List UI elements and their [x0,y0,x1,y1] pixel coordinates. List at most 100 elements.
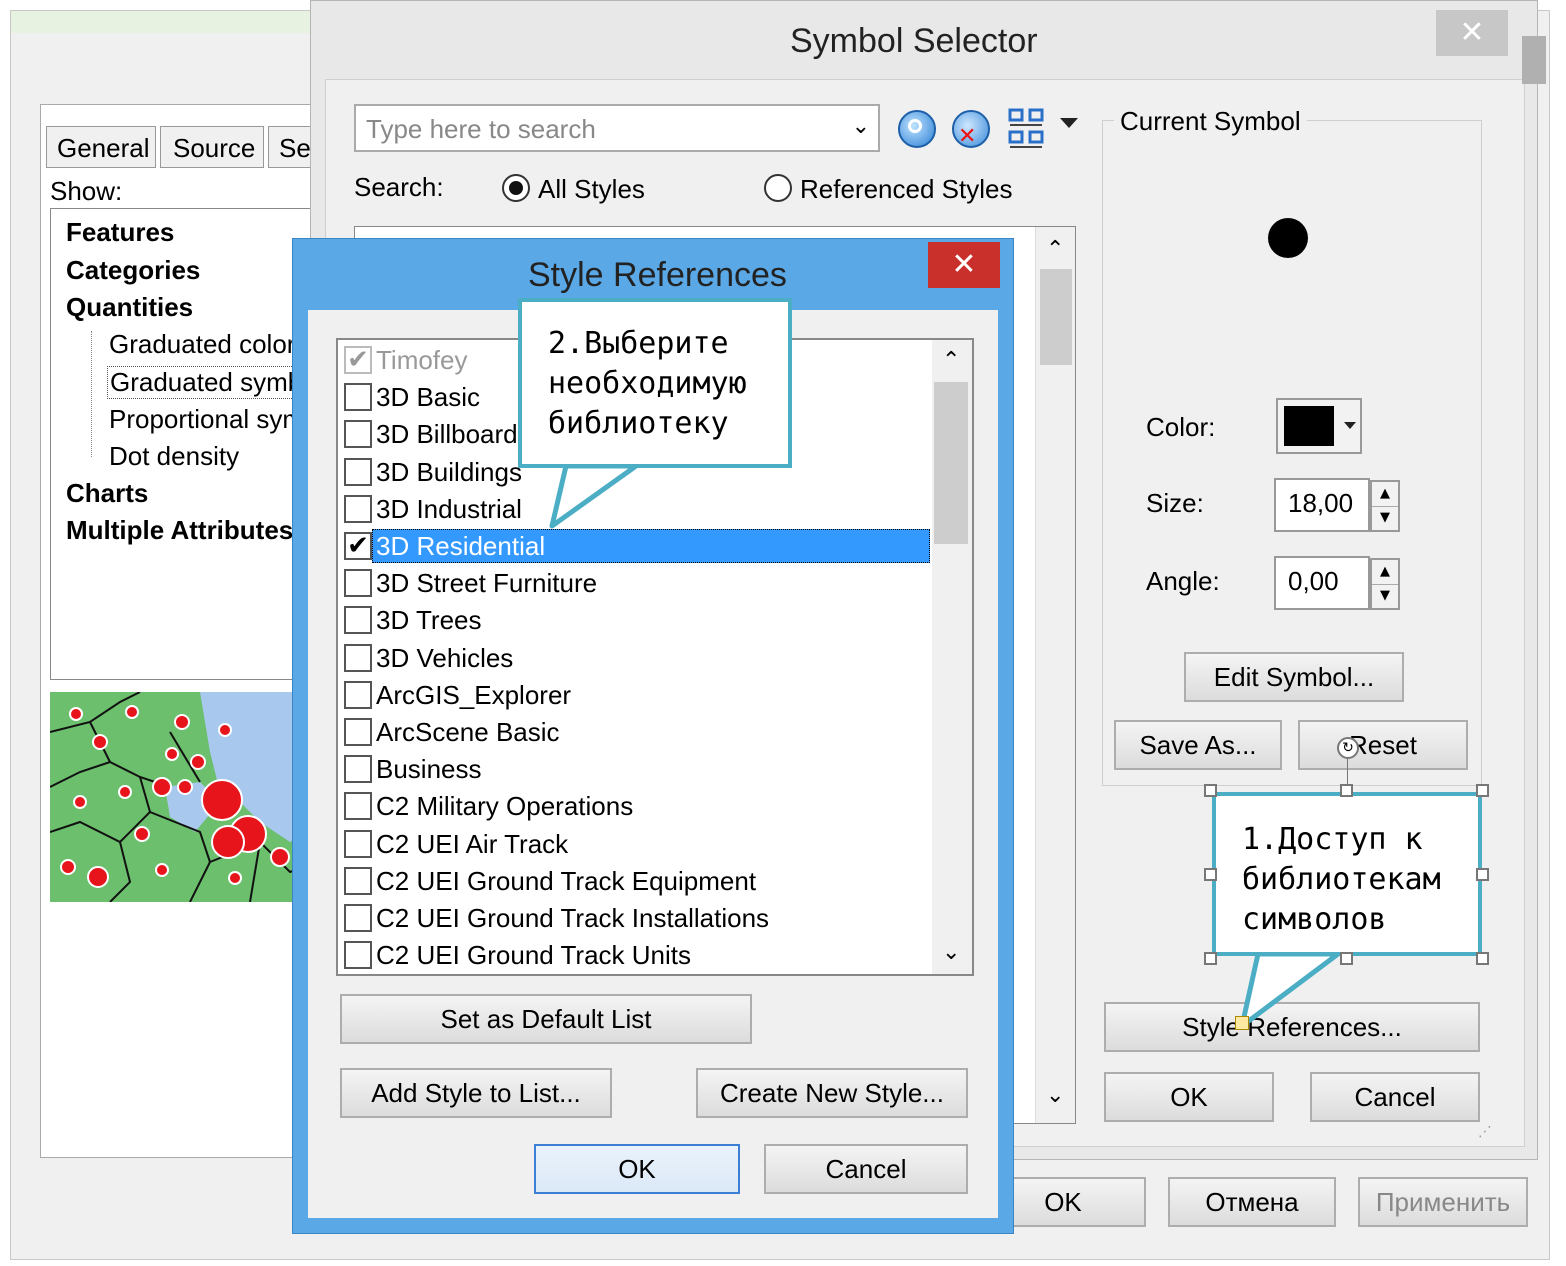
checkbox[interactable] [344,792,372,821]
callout-step1-line1: 1.Доступ к [1242,822,1423,857]
style-list-item[interactable]: C2 Military Operations [338,788,930,825]
checkbox[interactable] [344,457,372,486]
style-list-item-label: 3D Residential [376,531,546,561]
angle-label: Angle: [1146,566,1220,596]
tree-item-graduated-colors[interactable]: Graduated colors [109,329,308,360]
tree-item-graduated-symbols[interactable]: Graduated symbols [107,366,319,399]
save-as-button[interactable]: Save As... [1114,720,1282,770]
style-list-item-label: 3D Trees [376,605,482,636]
style-list-item[interactable]: ArcGIS_Explorer [338,677,930,714]
gallery-scroll-down-icon[interactable]: ⌄ [1046,1083,1064,1108]
symbol-selector-close-button[interactable]: ✕ [1436,10,1508,56]
style-scroll-up-icon[interactable]: ⌃ [942,348,960,373]
radio-referenced-styles[interactable] [764,174,792,202]
style-list-item[interactable]: C2 UEI Air Track [338,826,930,863]
style-list-item[interactable]: C2 UEI Ground Track Units [338,937,930,974]
selection-handle[interactable] [1340,784,1353,797]
size-input[interactable]: 18,00 [1274,478,1370,532]
clear-search-icon[interactable]: ✕ [952,110,990,149]
tree-item-categories[interactable]: Categories [66,255,200,286]
selection-handle[interactable] [1204,952,1217,965]
set-default-list-button[interactable]: Set as Default List [340,994,752,1044]
style-scroll-down-icon[interactable]: ⌄ [942,940,960,965]
selection-handle[interactable] [1476,868,1489,881]
symbol-cancel-button[interactable]: Cancel [1310,1072,1480,1122]
show-tree[interactable]: Features Categories Quantities Graduated… [50,208,320,680]
tree-item-proportional-symbols[interactable]: Proportional symbols [109,404,319,435]
checked-checkbox-icon[interactable]: ✔ [344,346,372,374]
angle-input[interactable]: 0,00 [1274,556,1370,610]
view-options-dropdown-icon[interactable] [1060,118,1078,128]
tree-item-charts[interactable]: Charts [66,478,148,509]
symbol-gallery-scrollbar[interactable]: ⌃ ⌄ [1035,227,1075,1123]
gallery-scroll-thumb[interactable] [1040,269,1072,365]
checkbox[interactable] [344,643,372,672]
checkbox[interactable] [344,718,372,746]
style-list-item[interactable]: 3D Trees [338,602,930,639]
create-new-style-button[interactable]: Create New Style... [696,1068,968,1118]
layer-cancel-button[interactable]: Отмена [1168,1177,1336,1227]
reset-button[interactable]: Reset [1298,720,1468,770]
selection-handle[interactable] [1476,952,1489,965]
current-symbol-label: Current Symbol [1114,106,1307,137]
checkbox[interactable] [344,383,372,412]
checkbox[interactable] [344,866,372,895]
tree-item-quantities[interactable]: Quantities [66,292,193,323]
style-list-scrollbar[interactable]: ⌃ ⌄ [932,340,972,974]
checkbox[interactable] [344,680,372,709]
selection-handle[interactable] [1476,784,1489,797]
style-list-item[interactable]: 3D Vehicles [338,640,930,677]
rotate-handle-icon[interactable]: ↻ [1337,737,1359,759]
view-options-icon[interactable] [1008,108,1048,148]
selection-handle[interactable] [1340,952,1353,965]
layer-apply-button[interactable]: Применить [1358,1177,1528,1227]
search-scope-label: Search: [354,172,444,202]
tree-item-multiple-attributes[interactable]: Multiple Attributes [66,515,293,546]
style-list-item-label: C2 UEI Ground Track Equipment [376,865,757,896]
style-list-item[interactable]: ArcScene Basic [338,714,930,751]
add-style-button[interactable]: Add Style to List... [340,1068,612,1118]
size-down-icon[interactable]: ▼ [1372,506,1398,530]
selection-handle[interactable] [1204,868,1217,881]
pointer-adjust-handle[interactable] [1235,1016,1249,1030]
size-stepper[interactable]: ▲ ▼ [1370,480,1400,532]
tree-item-features[interactable]: Features [66,217,174,248]
tab-source[interactable]: Source [160,126,264,168]
style-list-item-label: C2 Military Operations [376,791,634,822]
style-scroll-thumb[interactable] [934,382,968,544]
checked-checkbox-icon[interactable]: ✔ [344,532,372,560]
style-cancel-button[interactable]: Cancel [764,1144,968,1194]
checkbox[interactable] [344,755,372,784]
callout-step2-line1: 2.Выберите [548,326,729,361]
tab-general[interactable]: General [46,126,156,168]
tree-item-dot-density[interactable]: Dot density [109,441,239,472]
size-up-icon[interactable]: ▲ [1372,482,1398,507]
angle-stepper[interactable]: ▲ ▼ [1370,558,1400,610]
resize-grip-icon[interactable]: ⋰ [1478,1124,1492,1140]
checkbox[interactable] [344,941,372,970]
style-references-close-button[interactable]: ✕ [928,242,1000,288]
checkbox[interactable] [344,569,372,598]
gallery-scroll-up-icon[interactable]: ⌃ [1046,237,1064,262]
style-list-item[interactable]: 3D Street Furniture [338,565,930,602]
checkbox[interactable] [344,606,372,635]
color-picker-button[interactable] [1276,398,1362,454]
checkbox[interactable] [344,829,372,858]
style-ok-button[interactable]: OK [534,1144,740,1194]
search-input[interactable]: Type here to search ⌄ [354,104,880,152]
style-list-item[interactable]: C2 UEI Ground Track Installations [338,900,930,937]
angle-up-icon[interactable]: ▲ [1372,560,1398,585]
checkbox[interactable] [344,420,372,449]
radio-all-styles[interactable] [502,174,530,202]
style-list-item[interactable]: C2 UEI Ground Track Equipment [338,863,930,900]
angle-down-icon[interactable]: ▼ [1372,584,1398,608]
window-scrollbar-strip [1522,36,1546,84]
edit-symbol-button[interactable]: Edit Symbol... [1184,652,1404,702]
style-list-item[interactable]: Business [338,751,930,788]
checkbox[interactable] [344,904,372,932]
selection-handle[interactable] [1204,784,1217,797]
symbol-ok-button[interactable]: OK [1104,1072,1274,1122]
search-dropdown-icon[interactable]: ⌄ [852,114,870,139]
search-icon[interactable] [898,110,936,148]
checkbox[interactable] [344,494,372,523]
